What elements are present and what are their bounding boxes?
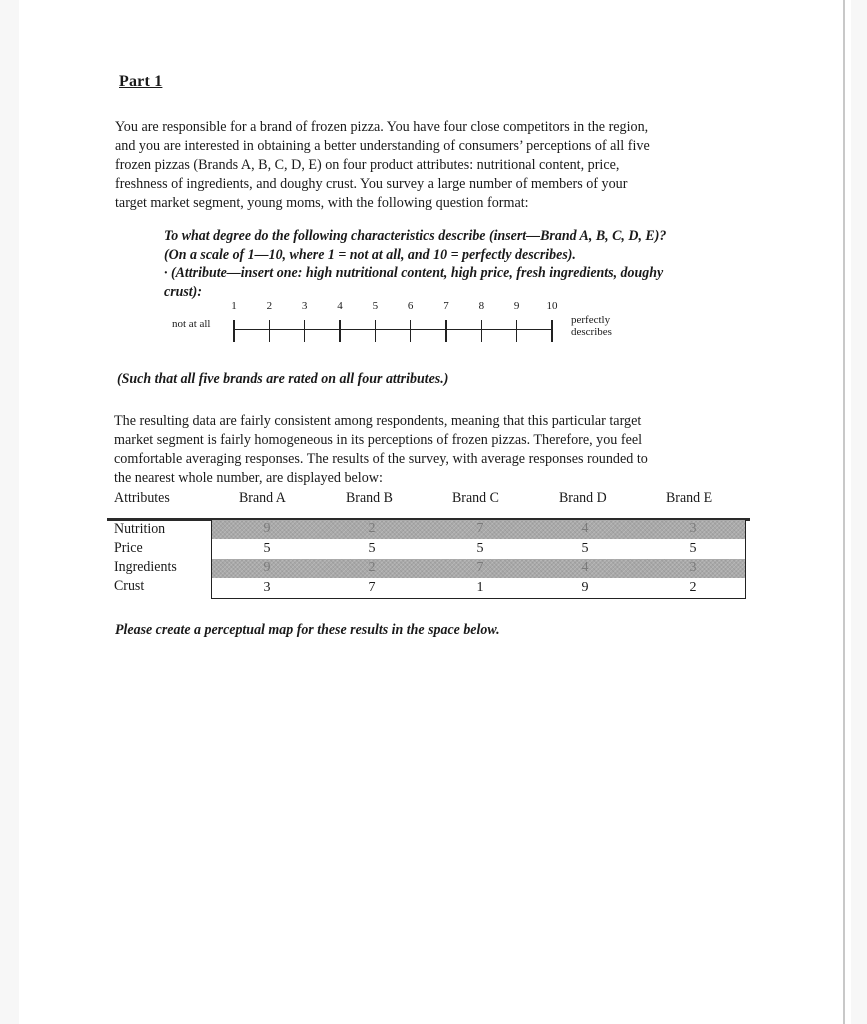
scale-tick [374, 320, 377, 342]
table-cell: 2 [689, 579, 697, 595]
table-cell: 9 [263, 521, 271, 536]
results-paragraph: The resulting data are fairly consistent… [114, 411, 648, 487]
scale-number: 3 [301, 300, 308, 312]
table-row: 9 2 7 4 3 [212, 559, 745, 578]
table-cell: 3 [689, 521, 697, 536]
intro-paragraph: You are responsible for a brand of froze… [115, 117, 650, 212]
table-row: 9 2 7 4 3 [212, 520, 745, 539]
header-attributes: Attributes [114, 490, 170, 506]
scale-tick [551, 320, 553, 342]
table-cell: 5 [581, 540, 589, 556]
row-label-crust: Crust [114, 578, 145, 594]
table-cell: 1 [476, 579, 484, 595]
intro-line: target market segment, young moms, with … [115, 194, 529, 211]
intro-line: and you are interested in obtaining a be… [115, 137, 650, 154]
scale-number: 5 [372, 300, 379, 312]
table-cell: 7 [368, 579, 376, 595]
header-brand-c: Brand C [452, 490, 499, 506]
table-cell: 4 [581, 521, 589, 536]
question-line: (On a scale of 1—10, where 1 = not at al… [164, 246, 576, 263]
scale-tick [233, 320, 235, 342]
scale-right-label: perfectly describes [571, 314, 612, 338]
part-title: Part 1 [119, 73, 163, 90]
scale-number: 1 [231, 300, 237, 312]
scale-number: 8 [478, 300, 485, 312]
table-cell: 9 [581, 579, 589, 595]
intro-line: You are responsible for a brand of froze… [115, 118, 649, 135]
scale-right-label-line: perfectly [571, 314, 611, 326]
perceptual-map-prompt: Please create a perceptual map for these… [115, 622, 500, 638]
table-cell: 4 [581, 560, 589, 575]
results-line: the nearest whole number, are displayed … [114, 469, 383, 486]
results-line: market segment is fairly homogeneous in … [114, 431, 643, 448]
scale-line [234, 329, 552, 330]
survey-question: To what degree do the following characte… [164, 227, 666, 301]
scale-left-label: not at all [172, 318, 211, 330]
row-label-ingredients: Ingredients [114, 559, 177, 575]
scale-number: 4 [337, 300, 343, 312]
table-cell: 3 [689, 560, 697, 575]
table-row: 3 7 1 9 2 [212, 579, 745, 598]
rating-scale: not at all perfectly describes 1 2 3 4 5 6 7 8 9… [160, 298, 640, 348]
table-cell: 5 [263, 540, 271, 556]
such-that-note: (Such that all five brands are rated on … [117, 371, 449, 387]
question-line: To what degree do the following characte… [164, 228, 667, 244]
table-cell: 5 [476, 540, 484, 556]
table-row: 5 5 5 5 5 [212, 540, 745, 559]
table-header: Attributes Brand A Brand B Brand C Brand… [112, 490, 752, 510]
scale-number: 2 [266, 300, 273, 312]
header-brand-d: Brand D [559, 490, 607, 506]
scale-number: 9 [513, 300, 520, 312]
table-cell: 2 [368, 521, 376, 536]
header-brand-a: Brand A [239, 490, 286, 506]
intro-line: frozen pizzas (Brands A, B, C, D, E) on … [115, 156, 620, 173]
scale-tick [515, 320, 518, 342]
question-line: · (Attribute—insert one: high nutritiona… [164, 265, 664, 281]
scale-tick [480, 320, 483, 342]
results-line: The resulting data are fairly consistent… [114, 412, 642, 429]
scale-number: 7 [443, 300, 449, 312]
table-cell: 5 [368, 540, 376, 556]
table-cell: 2 [368, 560, 376, 575]
table-cell: 5 [689, 540, 697, 556]
scale-right-label-line: describes [571, 326, 612, 338]
row-label-price: Price [114, 540, 143, 556]
scale-tick [303, 320, 306, 342]
page-edge-strip [845, 0, 851, 1024]
table-cell: 3 [263, 579, 271, 595]
scale-number: 10 [546, 300, 558, 312]
intro-line: freshness of ingredients, and doughy cru… [115, 175, 628, 192]
results-line: comfortable averaging responses. The res… [114, 450, 648, 467]
table-cell: 9 [263, 560, 271, 575]
row-label-nutrition: Nutrition [114, 521, 166, 537]
header-brand-b: Brand B [346, 490, 393, 506]
ratings-table: 9 2 7 4 3 5 5 5 5 5 9 2 7 4 3 3 7 1 9 2 [211, 520, 746, 599]
scale-tick [445, 320, 447, 342]
table-cell: 7 [476, 521, 484, 536]
scale-tick [268, 320, 271, 342]
scale-tick [339, 320, 341, 342]
scale-number: 6 [407, 300, 414, 312]
scale-tick [409, 320, 412, 342]
table-cell: 7 [476, 560, 484, 575]
header-brand-e: Brand E [666, 490, 713, 506]
